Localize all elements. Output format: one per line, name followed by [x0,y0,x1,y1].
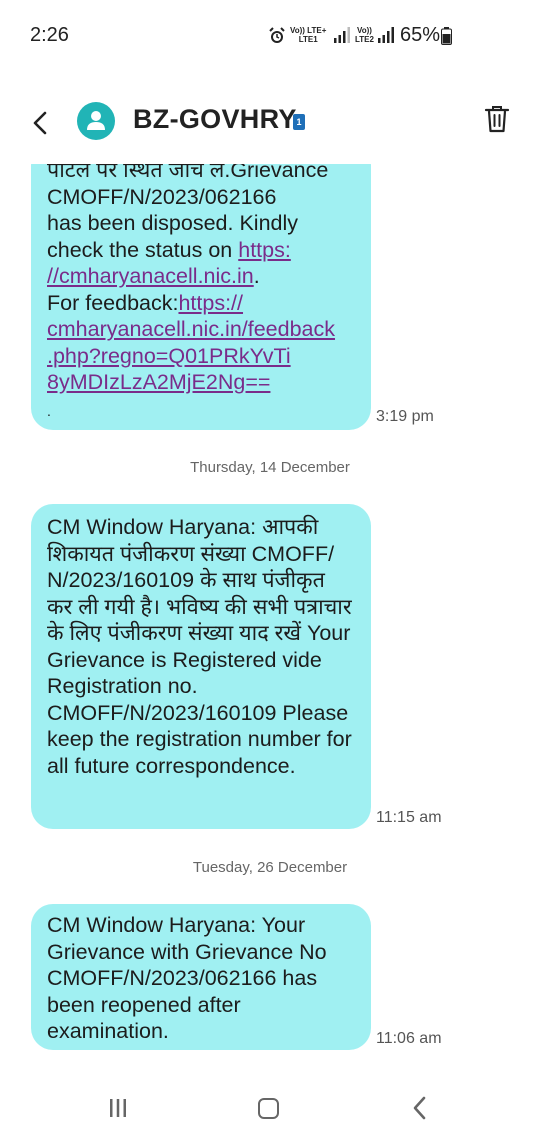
message-bubble[interactable]: CM Window Haryana: आपकी शिकायत पंजीकरण स… [31,504,371,829]
message-list[interactable]: पटिल पर स्थित जांच ले.Grievance CMOFF/N/… [0,164,540,1074]
message-bubble[interactable]: CM Window Haryana: Your Grievance with G… [31,904,371,1050]
network-2-sim: LTE2 [355,35,374,44]
signal-bars-2-icon [378,27,394,43]
feedback-label: For feedback: [47,290,179,315]
message-tail: . [47,402,51,419]
status-link-cont[interactable]: //cmharyanacell.nic.in [47,264,254,288]
signal-bars-1-icon [334,27,350,43]
back-icon[interactable] [411,1096,429,1120]
message-time: 3:19 pm [376,408,434,425]
network-2-label: Vo)) [357,26,372,35]
message-text: CM Window Haryana: Your Grievance with G… [47,913,327,1043]
status-link[interactable]: https: [238,238,291,262]
feedback-link-cont[interactable]: .php?regno=Q01PRkYvTi [47,344,291,368]
network-1-label: Vo)) LTE+ [290,26,327,35]
network-indicator-2: Vo)) LTE2 [355,26,374,44]
message-text: check the status on [47,237,239,262]
status-bar: 2:26 Vo)) LTE+ LTE1 Vo)) LTE2 65% [0,0,540,72]
person-icon [87,111,105,130]
feedback-link-cont[interactable]: 8yMDIzLzA2MjE2Ng== [47,370,270,394]
network-1-sim: LTE1 [298,35,318,44]
back-button[interactable] [28,110,54,136]
conversation-header: BZ-GOVHRY 1 [0,80,540,164]
contact-avatar[interactable] [77,102,115,140]
feedback-link[interactable]: https:// [178,291,243,315]
date-separator: Tuesday, 26 December [192,859,348,876]
battery-icon [441,27,452,45]
sim-badge: 1 [293,114,305,130]
message-text: . [253,264,260,288]
date-separator: Thursday, 14 December [190,459,350,476]
alarm-icon [269,27,285,43]
trash-icon[interactable] [484,104,510,134]
message-text: पटिल पर स्थित जांच ले.Grievance [47,164,329,182]
message-text: has been disposed. Kindly [47,211,299,235]
battery-percent: 65% [400,24,441,46]
message-time: 11:15 am [376,809,442,826]
home-icon[interactable] [258,1098,279,1119]
message-time: 11:06 am [376,1030,442,1047]
system-nav-bar [0,1074,540,1140]
contact-name[interactable]: BZ-GOVHRY [133,104,297,135]
message-text: CM Window Haryana: आपकी शिकायत पंजीकरण स… [47,515,352,778]
message-bubble[interactable]: पटिल पर स्थित जांच ले.Grievance CMOFF/N/… [31,164,371,430]
network-indicator-1: Vo)) LTE+ LTE1 [290,26,326,44]
feedback-link-cont[interactable]: cmharyanacell.nic.in/feedback [47,317,335,341]
status-time: 2:26 [30,24,69,46]
message-text: CMOFF/N/2023/062166 [47,184,277,209]
recent-apps-icon[interactable] [108,1098,128,1118]
